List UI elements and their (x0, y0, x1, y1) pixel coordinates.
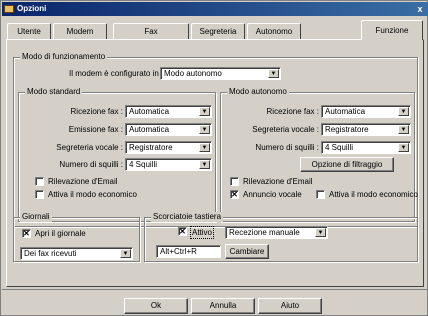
chevron-down-icon[interactable]: ▼ (199, 143, 210, 152)
app-icon (4, 5, 14, 13)
auto-economy-checkbox[interactable] (316, 190, 325, 199)
tab-autonomo[interactable]: Autonomo (247, 23, 301, 39)
modem-mode-label: Il modem è configurato in (69, 69, 159, 78)
auto-economy-label: Attiva il modo economico (329, 190, 418, 199)
open-journal-checkbox[interactable]: ✕ (22, 229, 31, 238)
auto-voicemail-value: Registratore (325, 125, 369, 134)
autonomous-mode-group: Modo autonomo Ricezione fax : Automatica… (220, 87, 418, 222)
std-voicemail-value: Registratore (129, 143, 173, 152)
chevron-down-icon[interactable]: ▼ (315, 228, 326, 237)
std-rings-value: 4 Squilli (129, 160, 158, 169)
tab-panel: Modo di funzionamento Il modem è configu… (6, 39, 424, 287)
separator (2, 289, 428, 290)
tab-funzione[interactable]: Funzione (361, 20, 423, 40)
std-voicemail-label: Segreteria vocale : (56, 143, 123, 152)
std-fax-receive-label: Ricezione fax : (70, 107, 123, 116)
journals-legend: Giornali (20, 212, 52, 222)
modem-mode-value: Modo autonomo (164, 69, 222, 78)
std-fax-send-label: Emissione fax : (68, 125, 123, 134)
journals-group: Giornali ✕ Apri il giornale Dei fax rice… (13, 212, 140, 262)
shortcut-action-value: Recezione manuale (229, 228, 300, 237)
keyboard-shortcuts-group: Scorciatoie tastiera ✕ Attivo Recezione … (144, 212, 418, 262)
auto-rings-label: Numero di squilli : (255, 143, 319, 152)
window-title: Opzioni (17, 4, 47, 13)
auto-voicemail-label: Segreteria vocale : (252, 125, 319, 134)
auto-fax-receive-value: Automatica (325, 107, 366, 116)
shortcut-active-checkbox[interactable]: ✕ (178, 227, 187, 236)
title-bar[interactable]: Opzioni x (2, 2, 428, 16)
auto-email-checkbox[interactable] (230, 177, 239, 186)
tab-fax[interactable]: Fax (113, 23, 189, 39)
help-button[interactable]: Aiuto (258, 298, 322, 314)
auto-voicemail-select[interactable]: Registratore ▼ (321, 123, 411, 136)
voice-announce-checkbox[interactable]: ✕ (230, 190, 239, 199)
shortcut-keys-field[interactable]: Alt+Ctrl+R (156, 245, 221, 258)
chevron-down-icon[interactable]: ▼ (199, 107, 210, 116)
autonomous-mode-legend: Modo autonomo (227, 87, 289, 97)
change-shortcut-button[interactable]: Cambiare (225, 244, 269, 259)
tab-modem[interactable]: Modem (53, 23, 107, 39)
auto-email-label: Rilevazione d'Email (243, 177, 313, 186)
std-fax-send-select[interactable]: Automatica ▼ (125, 123, 212, 136)
operating-mode-group: Modo di funzionamento Il modem è configu… (13, 52, 418, 227)
std-voicemail-select[interactable]: Registratore ▼ (125, 141, 212, 154)
tab-segreteria[interactable]: Segreteria (191, 23, 245, 39)
close-icon[interactable]: x (414, 3, 426, 15)
chevron-down-icon[interactable]: ▼ (120, 249, 131, 258)
shortcuts-legend: Scorciatoie tastiera (151, 212, 224, 222)
std-fax-send-value: Automatica (129, 125, 170, 134)
std-economy-label: Attiva il modo economico (48, 190, 137, 199)
voice-announce-label: Annuncio vocale (243, 190, 302, 199)
chevron-down-icon[interactable]: ▼ (199, 125, 210, 134)
auto-rings-value: 4 Squilli (325, 143, 354, 152)
std-rings-select[interactable]: 4 Squilli ▼ (125, 158, 212, 171)
std-fax-receive-select[interactable]: Automatica ▼ (125, 105, 212, 118)
journal-select[interactable]: Dei fax ricevuti ▼ (20, 247, 133, 260)
shortcut-active-label: Attivo (190, 226, 215, 239)
standard-mode-legend: Modo standard (25, 87, 83, 97)
auto-fax-receive-label: Ricezione fax : (266, 107, 319, 116)
ok-button[interactable]: Ok (124, 298, 188, 314)
journal-value: Dei fax ricevuti (24, 249, 77, 258)
std-email-checkbox[interactable] (35, 177, 44, 186)
shortcut-action-select[interactable]: Recezione manuale ▼ (225, 226, 328, 239)
chevron-down-icon[interactable]: ▼ (268, 69, 279, 78)
options-dialog: Opzioni x Utente Modem Fax Segreteria Au… (0, 0, 428, 316)
chevron-down-icon[interactable]: ▼ (199, 160, 210, 169)
chevron-down-icon[interactable]: ▼ (398, 107, 409, 116)
open-journal-label: Apri il giornale (35, 229, 86, 238)
std-fax-receive-value: Automatica (129, 107, 170, 116)
std-rings-label: Numero di squilli : (59, 160, 123, 169)
chevron-down-icon[interactable]: ▼ (398, 143, 409, 152)
cancel-button[interactable]: Annulla (191, 298, 255, 314)
operating-mode-legend: Modo di funzionamento (20, 52, 108, 62)
standard-mode-group: Modo standard Ricezione fax : Automatica… (18, 87, 216, 222)
modem-mode-select[interactable]: Modo autonomo ▼ (160, 67, 281, 80)
auto-rings-select[interactable]: 4 Squilli ▼ (321, 141, 411, 154)
auto-fax-receive-select[interactable]: Automatica ▼ (321, 105, 411, 118)
filter-options-button[interactable]: Opzione di filtraggio (300, 157, 394, 172)
tab-utente[interactable]: Utente (7, 23, 51, 39)
chevron-down-icon[interactable]: ▼ (398, 125, 409, 134)
std-email-label: Rilevazione d'Email (48, 177, 118, 186)
std-economy-checkbox[interactable] (35, 190, 44, 199)
